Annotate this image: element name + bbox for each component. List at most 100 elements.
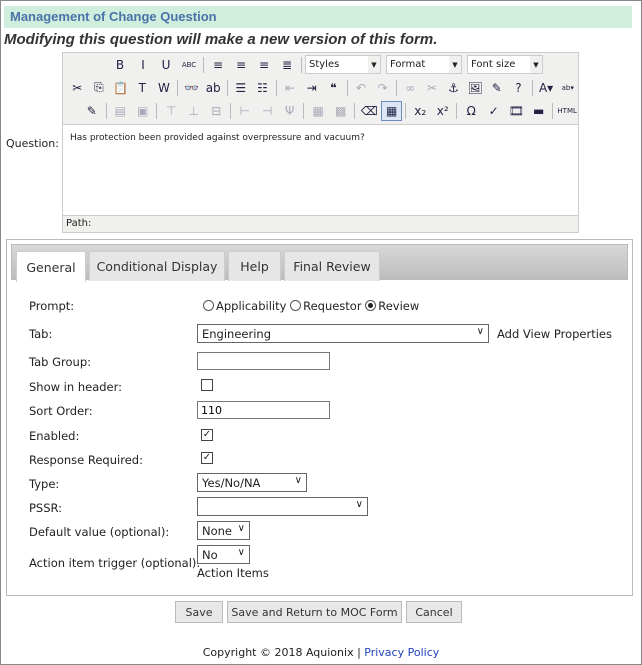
tab-bar: General Conditional Display Help Final R… (11, 244, 628, 282)
radio-applicability[interactable]: Applicability (203, 299, 286, 313)
insert-col-before-icon[interactable]: ⊢ (234, 101, 256, 121)
justify-icon[interactable]: ≣ (276, 55, 298, 75)
show-in-header-checkbox[interactable] (201, 379, 213, 391)
paste-icon[interactable]: 📋 (110, 78, 131, 98)
prompt-label: Prompt: (29, 299, 75, 313)
text-color-icon[interactable]: A▾ (536, 78, 557, 98)
tab-general[interactable]: General (16, 251, 86, 282)
tab-select[interactable]: Engineering ∨ (197, 324, 489, 343)
type-select[interactable]: Yes/No/NA ∨ (197, 473, 307, 492)
toolbar-separator (354, 102, 356, 119)
table-row-props-icon[interactable]: ▤ (109, 101, 131, 121)
tab-help[interactable]: Help (228, 251, 281, 281)
question-label: Question: (6, 137, 59, 150)
media-icon[interactable]: 🎞 (505, 101, 527, 121)
privacy-policy-link[interactable]: Privacy Policy (364, 646, 439, 659)
tab-group-input[interactable] (197, 352, 330, 370)
italic-icon[interactable]: I (132, 55, 154, 75)
blockquote-icon[interactable]: ❝ (323, 78, 344, 98)
toolbar-row-3: ✎ ▤ ▣ ⊤ ⊥ ⊟ ⊢ ⊣ Ψ ▦ ▩ ⌫ ▦ x₂ x² Ω ✓ 🎞 ▬ HTML (63, 99, 578, 122)
tab-final-review[interactable]: Final Review (284, 251, 380, 281)
action-items-label: Action Items (197, 566, 269, 580)
redo-icon[interactable]: ↷ (372, 78, 393, 98)
editor-path: Path: (63, 215, 578, 233)
table-icon[interactable]: ▦ (380, 100, 403, 121)
indent-icon[interactable]: ⇥ (301, 78, 322, 98)
chevron-down-icon: ∨ (237, 547, 245, 558)
undo-icon[interactable]: ↶ (351, 78, 372, 98)
bullet-list-icon[interactable]: ☰ (230, 78, 251, 98)
toolbar-separator (203, 56, 204, 73)
toolbar-row-2: ✂ ⎘ 📋 T W 👓 ab ☰ ☷ ⇤ ⇥ ❝ ↶ ↷ ∞ ✂ ⚓ 🖼 ✎? A▾ ab▾ (63, 76, 578, 99)
format-dropdown[interactable]: Format ▼ (386, 55, 462, 74)
spellcheck-icon[interactable]: ✓ (483, 101, 505, 121)
align-center-icon[interactable]: ≡ (230, 55, 252, 75)
chevron-down-icon: ∨ (237, 523, 245, 534)
align-right-icon[interactable]: ≡ (253, 55, 275, 75)
edit-source-icon[interactable]: ✎ (81, 101, 103, 121)
numbered-list-icon[interactable]: ☷ (252, 78, 273, 98)
image-icon[interactable]: 🖼 (465, 78, 486, 98)
copy-icon[interactable]: ⎘ (89, 78, 110, 98)
font-size-dropdown[interactable]: Font size ▼ (467, 55, 543, 74)
paste-text-icon[interactable]: T (132, 78, 153, 98)
insert-col-after-icon[interactable]: ⊣ (256, 101, 278, 121)
toolbar-separator (275, 79, 277, 96)
paste-word-icon[interactable]: W (154, 78, 175, 98)
merge-cells-icon[interactable]: ▩ (330, 101, 352, 121)
copyright-text: Copyright © 2018 Aquionix | (202, 646, 365, 659)
horizontal-rule-icon[interactable]: ▬ (528, 101, 550, 121)
delete-row-icon[interactable]: ⊟ (205, 101, 227, 121)
split-cells-icon[interactable]: ▦ (307, 101, 329, 121)
strikethrough-icon[interactable]: ABC (178, 55, 200, 75)
tab-conditional-display[interactable]: Conditional Display (89, 251, 225, 281)
cut-icon[interactable]: ✂ (67, 78, 88, 98)
cleanup-icon[interactable]: ✎ (487, 78, 508, 98)
insert-row-after-icon[interactable]: ⊥ (183, 101, 205, 121)
table-cell-props-icon[interactable]: ▣ (132, 101, 154, 121)
align-left-icon[interactable]: ≡ (207, 55, 229, 75)
find-icon[interactable]: 👓 (181, 78, 202, 98)
bold-icon[interactable]: B (109, 55, 131, 75)
default-value-select[interactable]: None ∨ (197, 521, 250, 540)
enabled-label: Enabled: (29, 429, 80, 443)
pssr-select[interactable]: ∨ (197, 497, 368, 516)
underline-icon[interactable]: U (155, 55, 177, 75)
question-editor-area[interactable]: Has protection been provided against ove… (63, 124, 578, 215)
subscript-icon[interactable]: x₂ (409, 101, 431, 121)
action-item-trigger-label: Action item trigger (optional): (29, 556, 201, 570)
add-view-properties-link[interactable]: Add View Properties (497, 327, 612, 341)
radio-requestor[interactable]: Requestor (290, 299, 362, 313)
superscript-icon[interactable]: x² (432, 101, 454, 121)
html-icon[interactable]: HTML (556, 101, 578, 121)
save-button[interactable]: Save (175, 601, 223, 623)
styles-dropdown[interactable]: Styles ▼ (305, 55, 381, 74)
help-icon[interactable]: ? (508, 78, 529, 98)
delete-col-icon[interactable]: Ψ (279, 101, 301, 121)
toolbar-separator (105, 102, 107, 119)
insert-row-before-icon[interactable]: ⊤ (160, 101, 182, 121)
remove-format-icon[interactable]: ⌫ (358, 101, 380, 121)
toolbar-separator (226, 79, 228, 96)
response-required-checkbox[interactable]: ✓ (201, 452, 213, 464)
action-item-trigger-select[interactable]: No ∨ (197, 545, 250, 564)
save-and-return-button[interactable]: Save and Return to MOC Form (227, 601, 402, 623)
link-icon[interactable]: ∞ (400, 78, 421, 98)
question-settings-panel: General Conditional Display Help Final R… (6, 239, 633, 596)
response-required-label: Response Required: (29, 453, 143, 467)
cancel-button[interactable]: Cancel (406, 601, 462, 623)
anchor-icon[interactable]: ⚓ (443, 78, 464, 98)
toolbar-separator (346, 79, 348, 96)
unlink-icon[interactable]: ✂ (422, 78, 443, 98)
radio-review[interactable]: Review (365, 299, 419, 313)
highlight-color-icon[interactable]: ab▾ (557, 78, 578, 98)
sort-order-input[interactable] (197, 401, 330, 419)
chevron-down-icon: ▼ (449, 56, 461, 73)
toolbar-separator (531, 79, 533, 96)
outdent-icon[interactable]: ⇤ (280, 78, 301, 98)
special-char-icon[interactable]: Ω (460, 101, 482, 121)
chevron-down-icon: ▼ (368, 56, 380, 73)
replace-icon[interactable]: ab (203, 78, 224, 98)
toolbar-separator (552, 102, 554, 119)
enabled-checkbox[interactable]: ✓ (201, 429, 213, 441)
